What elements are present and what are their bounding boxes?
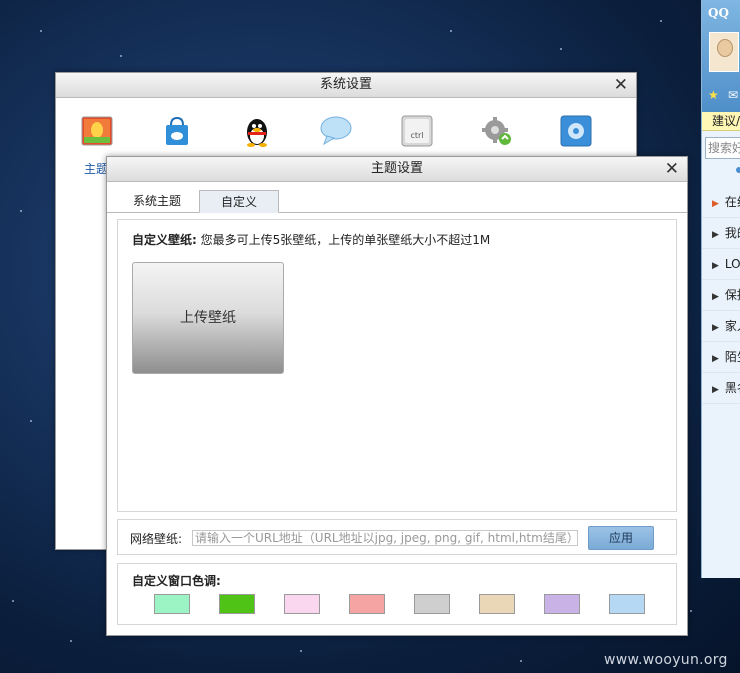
window-titlebar[interactable]: 主题设置 ✕ (107, 157, 687, 182)
contact-group[interactable]: ▶我的 (702, 218, 740, 249)
qq-header: QQ ★ ✉ (702, 0, 740, 112)
triangle-icon: ▶ (712, 354, 719, 364)
mail-icon[interactable]: ✉ (728, 88, 738, 102)
triangle-icon: ▶ (712, 323, 719, 333)
theme-icon[interactable] (81, 115, 113, 147)
contact-group[interactable]: ▶陌生 (702, 342, 740, 373)
triangle-icon: ▶ (712, 261, 719, 271)
window-color-label: 自定义窗口色调: (132, 574, 221, 588)
network-wallpaper-section: 网络壁纸: 请输入一个URL地址（URL地址以jpg, jpeg, png, g… (117, 519, 677, 555)
color-swatch-mint[interactable] (154, 594, 190, 614)
gear-sync-icon[interactable] (481, 115, 513, 147)
window-title: 系统设置 (319, 77, 372, 92)
close-icon[interactable]: ✕ (614, 73, 628, 97)
upload-wallpaper-button[interactable]: 上传壁纸 (132, 262, 284, 374)
watermark: www.wooyun.org (604, 652, 728, 668)
color-swatch-beige[interactable] (479, 594, 515, 614)
qq-penguin-icon[interactable] (241, 115, 273, 147)
avatar[interactable] (709, 32, 739, 72)
close-icon[interactable]: ✕ (665, 157, 679, 181)
triangle-icon: ▶ (712, 292, 719, 302)
contact-group[interactable]: ▶ LO (702, 249, 740, 280)
color-swatch-purple[interactable] (544, 594, 580, 614)
tab-system-theme[interactable]: 系统主题 (117, 190, 197, 212)
window-titlebar[interactable]: 系统设置 ✕ (56, 73, 636, 98)
window-color-section: 自定义窗口色调: (117, 563, 677, 625)
shopping-bag-icon[interactable] (161, 115, 193, 147)
ctrl-key-icon[interactable]: ctrl (401, 115, 433, 147)
custom-wallpaper-label: 自定义壁纸: (132, 233, 197, 247)
triangle-icon: ▶ (712, 385, 719, 395)
contact-group[interactable]: ▶在线 (702, 187, 740, 218)
search-input[interactable]: 搜索好 (705, 137, 740, 159)
theme-label[interactable]: 主题 (84, 160, 108, 177)
contact-group[interactable]: ▶保持 (702, 280, 740, 311)
color-swatch-red[interactable] (349, 594, 385, 614)
svg-text:ctrl: ctrl (410, 131, 423, 140)
suggestion-bar[interactable]: 建议/ (702, 112, 740, 131)
star-icon[interactable]: ★ (708, 88, 719, 102)
custom-wallpaper-caption: 自定义壁纸: 您最多可上传5张壁纸，上传的单张壁纸大小不超过1M (132, 231, 490, 248)
contact-group[interactable]: ▶黑名 (702, 373, 740, 404)
color-swatch-green[interactable] (219, 594, 255, 614)
color-swatch-gray[interactable] (414, 594, 450, 614)
tab-bar: 系统主题 自定义 (107, 182, 687, 213)
apply-button[interactable]: 应用 (588, 526, 654, 550)
custom-wallpaper-section: 自定义壁纸: 您最多可上传5张壁纸，上传的单张壁纸大小不超过1M 上传壁纸 (117, 219, 677, 512)
triangle-icon: ▶ (712, 230, 719, 240)
settings-panel-icon[interactable] (560, 115, 592, 147)
contact-group[interactable]: ▶家人 (702, 311, 740, 342)
theme-settings-window: 主题设置 ✕ 系统主题 自定义 自定义壁纸: 您最多可上传5张壁纸，上传的单张壁… (106, 156, 688, 636)
tab-custom[interactable]: 自定义 (199, 190, 279, 213)
network-wallpaper-label: 网络壁纸: (130, 532, 183, 546)
chat-bubble-icon[interactable] (319, 115, 352, 147)
window-title: 主题设置 (370, 161, 423, 176)
qq-side-panel: QQ ★ ✉ 建议/ 搜索好 ▶在线 ▶我的 ▶LO ▶保持 ▶家人 ▶陌生 ▶… (701, 0, 740, 578)
wallpaper-url-input[interactable]: 请输入一个URL地址（URL地址以jpg, jpeg, png, gif, ht… (192, 530, 578, 546)
triangle-icon: ▶ (712, 199, 719, 209)
qq-logo: QQ (708, 6, 729, 20)
custom-wallpaper-note: 您最多可上传5张壁纸，上传的单张壁纸大小不超过1M (200, 233, 491, 247)
color-swatch-blue[interactable] (609, 594, 645, 614)
color-swatch-pink[interactable] (284, 594, 320, 614)
